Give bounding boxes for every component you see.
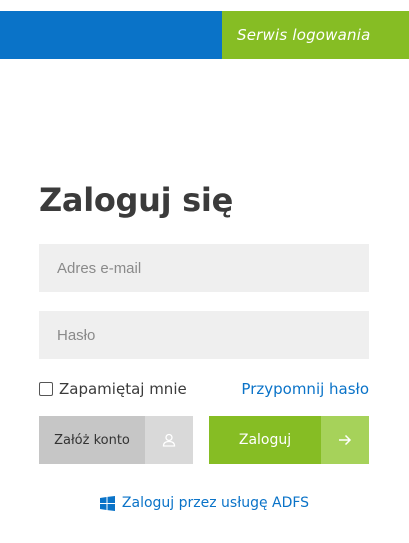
remember-me-label: Zapamiętaj mnie <box>59 380 187 398</box>
email-field[interactable] <box>39 244 369 292</box>
adfs-link-label: Zaloguj przez usługę ADFS <box>121 495 310 511</box>
login-button-label: Zaloguj <box>238 432 292 448</box>
header-bar: Serwis logowania <box>0 11 409 59</box>
adfs-login-link[interactable]: Zaloguj przez usługę ADFS <box>0 492 409 514</box>
header-title: Serwis logowania <box>237 26 371 44</box>
page-title: Zaloguj się <box>39 181 233 219</box>
windows-icon <box>99 495 115 511</box>
arrow-right-icon <box>321 416 369 464</box>
login-page: Serwis logowania Zaloguj się Zapamiętaj … <box>0 0 409 543</box>
header-brand-stripe <box>0 11 222 59</box>
register-button-label: Załóż konto <box>54 432 130 448</box>
user-icon <box>145 416 193 464</box>
forgot-password-link[interactable]: Przypomnij hasło <box>241 378 369 400</box>
login-button[interactable]: Zaloguj <box>209 416 369 464</box>
password-field[interactable] <box>39 311 369 359</box>
checkbox-box[interactable] <box>39 382 53 396</box>
remember-me-checkbox[interactable]: Zapamiętaj mnie <box>39 378 187 400</box>
register-button[interactable]: Załóż konto <box>39 416 193 464</box>
header-title-box: Serwis logowania <box>222 11 409 59</box>
